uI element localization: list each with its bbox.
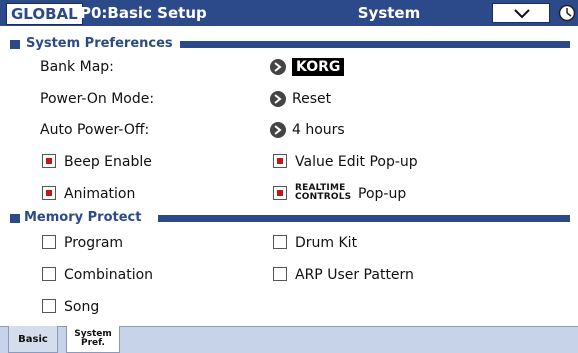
power-on-mode-label: Power-On Mode:	[40, 91, 155, 107]
popup-arrow-icon[interactable]	[270, 91, 286, 107]
beep-enable-label: Beep Enable	[64, 154, 152, 170]
bank-map-value[interactable]: KORG	[292, 58, 345, 76]
song-label: Song	[64, 299, 100, 315]
program-label: Program	[64, 235, 124, 251]
clock-icon[interactable]	[558, 4, 576, 22]
checkbox-box[interactable]	[273, 235, 287, 249]
tab-basic[interactable]: Basic	[8, 326, 58, 353]
page-menu-button[interactable]	[492, 3, 550, 23]
tab-system-pref[interactable]: System Pref.	[66, 326, 120, 353]
section-title: Memory Protect	[22, 210, 144, 226]
checkbox-box[interactable]	[42, 186, 56, 200]
auto-power-off-value[interactable]: 4 hours	[292, 121, 345, 139]
checkbox-box[interactable]	[273, 267, 287, 281]
tab-basic-label: Basic	[18, 334, 48, 345]
animation-label: Animation	[64, 186, 136, 202]
tab-system-label: System Pref.	[74, 329, 112, 348]
realtime-popup-label: Pop-up	[358, 186, 407, 202]
bank-map-label: Bank Map:	[40, 59, 114, 75]
drum-kit-label: Drum Kit	[295, 235, 358, 251]
arp-user-pattern-label: ARP User Pattern	[295, 267, 414, 283]
popup-arrow-icon[interactable]	[270, 59, 286, 75]
value-edit-popup-label: Value Edit Pop-up	[295, 154, 418, 170]
checkbox-box[interactable]	[42, 299, 56, 313]
popup-arrow-icon[interactable]	[270, 122, 286, 138]
tab-title: System Preferences	[338, 4, 440, 42]
checkbox-box[interactable]	[42, 154, 56, 168]
realtime-controls-popup-checkbox[interactable]: REALTIME CONTROLS Pop-up	[273, 183, 473, 203]
section-title: System Preferences	[24, 36, 175, 52]
mode-label: GLOBAL	[6, 3, 83, 25]
checkbox-box[interactable]	[273, 186, 287, 200]
power-on-mode-value[interactable]: Reset	[292, 90, 331, 108]
combination-label: Combination	[64, 267, 154, 283]
page-title: P0:Basic Setup	[80, 4, 207, 22]
auto-power-off-label: Auto Power-Off:	[40, 122, 150, 138]
section-memory-protect: Memory Protect	[10, 210, 570, 226]
checkbox-box[interactable]	[273, 154, 287, 168]
header-bar: GLOBAL P0:Basic Setup System Preferences	[0, 0, 578, 42]
checkbox-box[interactable]	[42, 235, 56, 249]
realtime-controls-line2: CONTROLS	[295, 192, 352, 202]
section-system-preferences: System Preferences	[10, 36, 570, 52]
checkbox-box[interactable]	[42, 267, 56, 281]
chevron-down-icon	[514, 9, 530, 19]
bottom-tab-bar: Basic System Pref.	[0, 326, 578, 353]
